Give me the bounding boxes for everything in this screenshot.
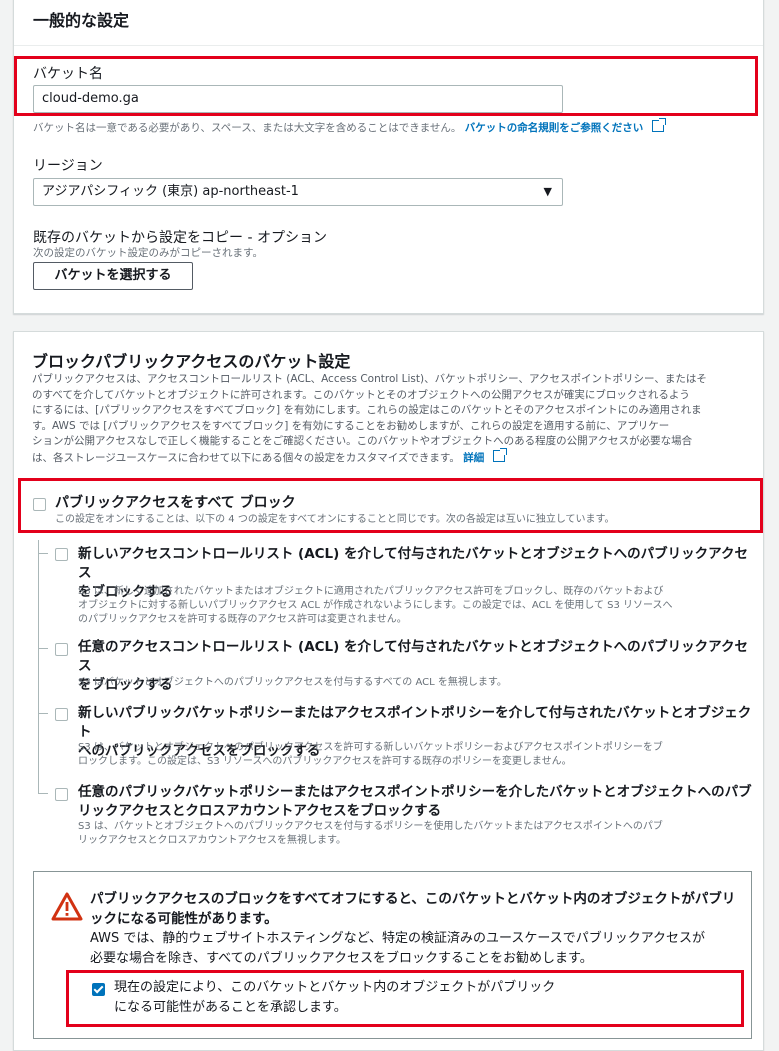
block-any-acl-checkbox[interactable] [55, 643, 68, 656]
tree-connector [38, 540, 39, 794]
option-desc-line: オブジェクトに対する新しいパブリックアクセス ACL が作成されないようにします… [78, 600, 673, 611]
option-desc-line: S3 は、バケットとオブジェクトへのパブリックアクセスを許可する新しいバケットポ… [78, 742, 663, 753]
block-any-policy-checkbox[interactable] [55, 788, 68, 801]
description-line: は、各ストレージユースケースに合わせて以下にある個々の設定をカスタマイズできます… [32, 447, 757, 467]
warning-body-line: 必要な場合を除き、すべてのパブリックアクセスをブロックすることをお勧めします。 [90, 951, 593, 966]
description-line: ションが公開アクセスなしで正しく機能することをご確認ください。このバケットやオブ… [32, 435, 693, 447]
option-desc-line: S3 は、新しく追加されたバケットまたはオブジェクトに適用されたパブリックアクセ… [78, 586, 664, 597]
option-title-line: リックアクセスとクロスアカウントアクセスをブロックする [78, 803, 442, 819]
block-any-policy-title: 任意のパブリックバケットポリシーまたはアクセスポイントポリシーを介したバケットと… [78, 783, 758, 821]
description-line: パブリックアクセスは、アクセスコントロールリスト (ACL、Access Con… [32, 373, 707, 385]
copy-settings-label: 既存のバケットから設定をコピー - オプション [33, 230, 327, 246]
option-desc-line: ロックします。この設定は、S3 リソースへのパブリックアクセスを許可する既存のポ… [78, 756, 572, 767]
region-label: リージョン [33, 158, 103, 174]
panel-divider [14, 45, 763, 46]
highlight-bucket-name [14, 56, 758, 116]
external-link-icon[interactable] [651, 118, 666, 132]
warning-title: パブリックアクセスのブロックをすべてオフにすると、このバケットとバケット内のオブ… [90, 889, 740, 929]
highlight-block-all [18, 478, 763, 533]
naming-rules-link[interactable]: バケットの命名規則をご参照ください [465, 122, 644, 134]
warning-body-line: AWS では、静的ウェブサイトホスティングなど、特定の検証済みのユースケースでパ… [90, 931, 706, 946]
description-line: す。AWS では [パブリックアクセスをすべてブロック] を有効にすることをお勧… [32, 419, 670, 432]
block-public-access-description: パブリックアクセスは、アクセスコントロールリスト (ACL、Access Con… [32, 372, 757, 466]
copy-settings-hint: 次の設定のバケット設定のみがコピーされます。 [33, 247, 263, 259]
block-any-policy-description: S3 は、バケットとオブジェクトへのパブリックアクセスを付与するポリシーを使用し… [78, 820, 758, 848]
caret-down-icon: ▼ [543, 185, 552, 198]
option-title-line: 任意のパブリックバケットポリシーまたはアクセスポイントポリシーを介したバケットと… [78, 784, 752, 800]
option-title-line: 任意のアクセスコントロールリスト (ACL) を介して付与されたバケットとオブジ… [78, 639, 748, 674]
tree-connector [38, 713, 48, 714]
details-link[interactable]: 詳細 [463, 452, 484, 464]
tree-connector [38, 553, 48, 554]
block-new-policy-checkbox[interactable] [55, 708, 68, 721]
region-select[interactable]: アジアパシフィック (東京) ap-northeast-1 ▼ [33, 178, 563, 206]
description-line-text: は、各ストレージユースケースに合わせて以下にある個々の設定をカスタマイズできます… [32, 451, 460, 464]
option-desc-line: リックアクセスとクロスアカウントアクセスを無視します。 [78, 835, 346, 846]
block-public-access-title: ブロックパブリックアクセスのバケット設定 [32, 352, 351, 371]
choose-bucket-button[interactable]: バケットを選択する [33, 262, 193, 290]
bucket-name-hint-text: バケット名は一意である必要があり、スペース、または大文字を含めることはできません… [33, 122, 462, 134]
external-link-icon[interactable] [492, 447, 507, 462]
description-line: のすべてを介してバケットとオブジェクトに許可されます。このバケットとそのオブジェ… [32, 388, 690, 401]
bucket-name-hint: バケット名は一意である必要があり、スペース、または大文字を含めることはできません… [33, 118, 666, 135]
option-desc-line: のパブリックアクセスを許可する既存のアクセス許可は変更されません。 [78, 614, 407, 625]
description-line: にするには、[パブリックアクセスをすべてブロック] を有効にします。これらの設定… [32, 404, 702, 416]
general-settings-panel: 一般的な設定 バケット名 cloud-demo.ga バケット名は一意である必要… [13, 0, 764, 314]
option-desc-line: S3 はバケットとオブジェクトへのパブリックアクセスを付与するすべての ACL … [78, 677, 507, 688]
warning-body: AWS では、静的ウェブサイトホスティングなど、特定の検証済みのユースケースでパ… [90, 929, 740, 969]
general-settings-title: 一般的な設定 [33, 11, 130, 30]
option-desc-line: S3 は、バケットとオブジェクトへのパブリックアクセスを付与するポリシーを使用し… [78, 821, 663, 832]
warning-title-line: ックになる可能性があります。 [90, 911, 278, 927]
region-select-value: アジアパシフィック (東京) ap-northeast-1 [42, 184, 299, 199]
warning-title-line: パブリックアクセスのブロックをすべてオフにすると、このバケットとバケット内のオブ… [90, 891, 736, 907]
tree-connector [38, 793, 48, 794]
option-title-line: 新しいアクセスコントロールリスト (ACL) を介して付与されたバケットとオブジ… [78, 546, 748, 581]
warning-triangle-icon [51, 892, 83, 921]
tree-connector [38, 648, 48, 649]
block-new-acl-checkbox[interactable] [55, 548, 68, 561]
block-any-acl-description: S3 はバケットとオブジェクトへのパブリックアクセスを付与するすべての ACL … [78, 676, 758, 690]
block-new-policy-description: S3 は、バケットとオブジェクトへのパブリックアクセスを許可する新しいバケットポ… [78, 741, 758, 769]
highlight-acknowledge [66, 970, 744, 1027]
block-new-acl-description: S3 は、新しく追加されたバケットまたはオブジェクトに適用されたパブリックアクセ… [78, 585, 758, 627]
option-title-line: 新しいパブリックバケットポリシーまたはアクセスポイントポリシーを介して付与された… [78, 705, 752, 740]
